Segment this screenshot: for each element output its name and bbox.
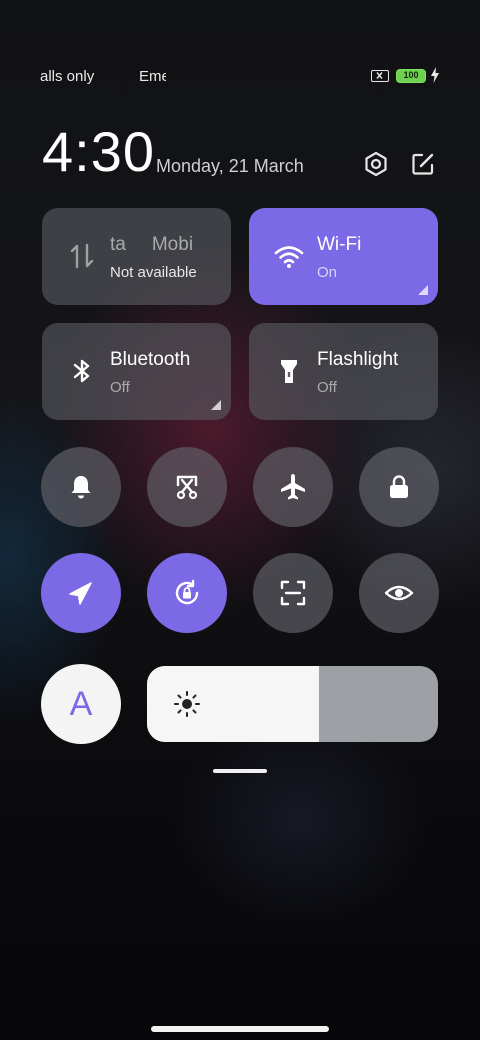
edit-icon[interactable] — [409, 150, 437, 178]
status-carrier-text: alls only — [40, 68, 95, 85]
bluetooth-tile[interactable]: Bluetooth Off — [42, 323, 231, 420]
status-carrier-text-2: Eme — [139, 68, 166, 85]
flashlight-title: Flashlight — [317, 349, 399, 370]
airplane-mode-toggle[interactable] — [253, 447, 333, 527]
bluetooth-expand-corner[interactable] — [211, 400, 221, 410]
sim-off-icon — [371, 70, 389, 82]
flashlight-icon — [273, 355, 305, 387]
battery-level: 100 — [403, 70, 419, 80]
flashlight-status: Off — [317, 379, 337, 396]
wifi-title: Wi-Fi — [317, 234, 362, 255]
screenshot-toggle[interactable] — [147, 447, 227, 527]
ringer-toggle[interactable] — [41, 447, 121, 527]
wifi-icon — [273, 240, 305, 272]
panel-drag-handle[interactable] — [213, 769, 267, 773]
auto-brightness-button[interactable]: A — [41, 664, 121, 744]
bell-icon — [71, 476, 91, 499]
screenshot-icon — [176, 475, 198, 500]
sun-icon — [173, 690, 201, 718]
location-toggle[interactable] — [41, 553, 121, 633]
mobile-data-title: ta Mobi — [110, 234, 193, 256]
mobile-data-tile[interactable]: ta Mobi Not available — [42, 208, 231, 305]
location-icon — [69, 582, 92, 605]
gesture-nav-bar[interactable] — [151, 1026, 329, 1032]
mobile-data-title-part2: Mobi — [151, 234, 194, 255]
mobile-data-status: Not available — [110, 264, 197, 281]
lock-icon — [390, 475, 408, 498]
wifi-expand-corner[interactable] — [418, 285, 428, 295]
bluetooth-status: Off — [110, 379, 130, 396]
date-label[interactable]: Monday, 21 March — [156, 156, 304, 177]
scanner-toggle[interactable] — [253, 553, 333, 633]
bluetooth-icon — [66, 355, 98, 387]
scan-icon — [280, 580, 306, 606]
charging-bolt-icon — [430, 67, 440, 88]
flashlight-tile[interactable]: Flashlight Off — [249, 323, 438, 420]
rotation-lock-toggle[interactable] — [147, 553, 227, 633]
reading-mode-toggle[interactable] — [359, 553, 439, 633]
wifi-tile[interactable]: Wi-Fi On — [249, 208, 438, 305]
wifi-status: On — [317, 264, 338, 281]
auto-rotate-icon — [175, 579, 199, 605]
mobile-data-title-part1: ta — [110, 234, 126, 255]
settings-icon[interactable] — [362, 150, 390, 178]
airplane-icon — [281, 474, 305, 500]
bluetooth-title: Bluetooth — [110, 349, 191, 370]
eye-icon — [384, 585, 414, 601]
brightness-slider[interactable] — [147, 666, 438, 742]
battery-icon: 100 — [396, 69, 426, 83]
lock-screen-toggle[interactable] — [359, 447, 439, 527]
mobile-data-icon — [66, 240, 98, 272]
auto-brightness-label: A — [69, 684, 93, 723]
clock[interactable]: 4:30 — [42, 120, 155, 184]
